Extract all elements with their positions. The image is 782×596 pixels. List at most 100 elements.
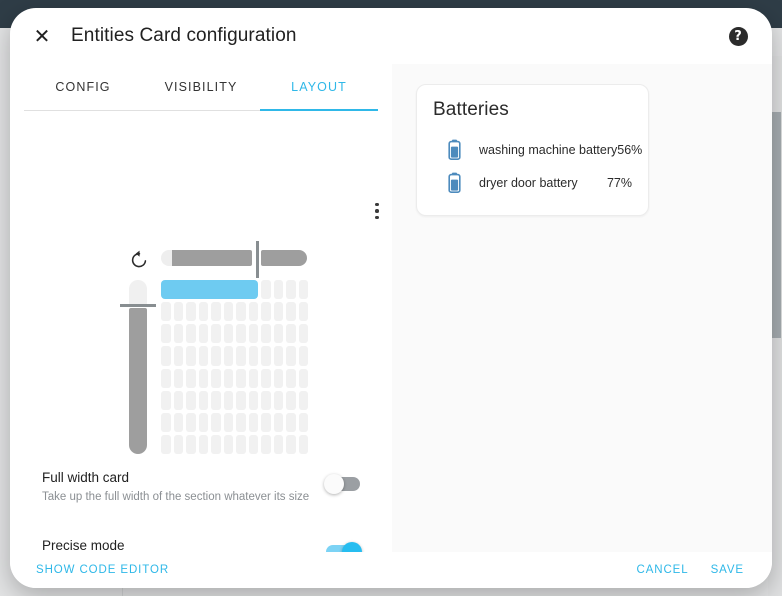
grid-cell[interactable] — [186, 369, 196, 388]
grid-cell[interactable] — [224, 324, 234, 343]
grid-cell[interactable] — [199, 302, 209, 321]
grid-cell[interactable] — [161, 346, 171, 365]
grid-cell[interactable] — [224, 346, 234, 365]
grid-cell[interactable] — [299, 391, 309, 410]
grid-cell[interactable] — [161, 302, 171, 321]
grid-cell[interactable] — [274, 324, 284, 343]
grid-cell[interactable] — [199, 346, 209, 365]
grid-cell[interactable] — [211, 346, 221, 365]
grid-cell[interactable] — [286, 302, 296, 321]
grid-cell[interactable] — [274, 369, 284, 388]
tab-layout[interactable]: LAYOUT — [260, 64, 378, 110]
battery-icon[interactable] — [443, 172, 465, 193]
width-slider-handle[interactable] — [256, 241, 259, 278]
grid-cell[interactable] — [236, 346, 246, 365]
grid-card-block[interactable] — [161, 280, 258, 299]
grid-cell[interactable] — [261, 280, 271, 299]
cancel-button[interactable]: CANCEL — [633, 558, 693, 582]
full-width-card-toggle[interactable] — [326, 477, 360, 491]
grid-cell[interactable] — [186, 413, 196, 432]
grid-cell[interactable] — [249, 413, 259, 432]
grid-cell[interactable] — [236, 324, 246, 343]
height-slider-track-bottom[interactable] — [129, 308, 147, 454]
grid-cell[interactable] — [236, 413, 246, 432]
grid-cell[interactable] — [161, 369, 171, 388]
entity-row[interactable]: dryer door battery77% — [433, 166, 632, 199]
grid-cell[interactable] — [186, 324, 196, 343]
grid-cell[interactable] — [174, 302, 184, 321]
grid-cell[interactable] — [186, 302, 196, 321]
help-button[interactable]: ? — [718, 16, 758, 56]
grid-cell[interactable] — [199, 369, 209, 388]
grid-cell[interactable] — [274, 346, 284, 365]
grid-cell[interactable] — [261, 391, 271, 410]
tab-config[interactable]: CONFIG — [24, 64, 142, 110]
grid-cell[interactable] — [249, 346, 259, 365]
grid-cell[interactable] — [161, 435, 171, 454]
grid-cell[interactable] — [249, 302, 259, 321]
grid-cell[interactable] — [186, 391, 196, 410]
card-height-slider[interactable] — [129, 280, 147, 454]
grid-cell[interactable] — [299, 302, 309, 321]
grid-cell[interactable] — [236, 435, 246, 454]
grid-cell[interactable] — [299, 413, 309, 432]
grid-cell[interactable] — [236, 369, 246, 388]
grid-cell[interactable] — [249, 324, 259, 343]
grid-cell[interactable] — [249, 435, 259, 454]
grid-cell[interactable] — [299, 435, 309, 454]
grid-cell[interactable] — [199, 435, 209, 454]
grid-cell[interactable] — [174, 346, 184, 365]
grid-cell[interactable] — [224, 302, 234, 321]
grid-cell[interactable] — [299, 324, 309, 343]
grid-cell[interactable] — [286, 346, 296, 365]
grid-cell[interactable] — [286, 324, 296, 343]
grid-cell[interactable] — [211, 302, 221, 321]
grid-cell[interactable] — [199, 413, 209, 432]
width-slider-track-right[interactable] — [261, 250, 307, 266]
grid-cell[interactable] — [286, 369, 296, 388]
grid-cell[interactable] — [211, 413, 221, 432]
grid-cell[interactable] — [299, 369, 309, 388]
grid-cell[interactable] — [224, 369, 234, 388]
grid-cell[interactable] — [224, 435, 234, 454]
grid-cell[interactable] — [286, 435, 296, 454]
grid-cell[interactable] — [161, 324, 171, 343]
grid-cell[interactable] — [274, 413, 284, 432]
grid-cell[interactable] — [286, 413, 296, 432]
width-slider-track-left[interactable] — [161, 250, 252, 266]
grid-cell[interactable] — [224, 391, 234, 410]
grid-cell[interactable] — [174, 324, 184, 343]
grid-cell[interactable] — [261, 369, 271, 388]
entity-row[interactable]: washing machine battery56% — [433, 133, 632, 166]
grid-cell[interactable] — [161, 391, 171, 410]
grid-cell[interactable] — [261, 302, 271, 321]
grid-cell[interactable] — [211, 391, 221, 410]
grid-cell[interactable] — [299, 346, 309, 365]
layout-grid[interactable] — [161, 280, 308, 454]
grid-cell[interactable] — [249, 369, 259, 388]
grid-cell[interactable] — [174, 391, 184, 410]
grid-cell[interactable] — [186, 346, 196, 365]
grid-cell[interactable] — [199, 391, 209, 410]
grid-cell[interactable] — [186, 435, 196, 454]
entities-preview-card[interactable]: Batteries washing machine battery56%drye… — [416, 84, 649, 216]
show-code-editor-button[interactable]: SHOW CODE EDITOR — [32, 558, 173, 582]
grid-cell[interactable] — [249, 391, 259, 410]
grid-cell[interactable] — [161, 413, 171, 432]
grid-cell[interactable] — [174, 369, 184, 388]
grid-cell[interactable] — [261, 435, 271, 454]
grid-cell[interactable] — [211, 324, 221, 343]
grid-cell[interactable] — [199, 324, 209, 343]
grid-cell[interactable] — [274, 280, 284, 299]
grid-cell[interactable] — [274, 391, 284, 410]
grid-cell[interactable] — [286, 391, 296, 410]
height-slider-track-top[interactable] — [129, 280, 147, 306]
close-button[interactable]: ✕ — [22, 16, 62, 56]
grid-cell[interactable] — [286, 280, 296, 299]
height-slider-handle[interactable] — [120, 304, 156, 307]
tab-visibility[interactable]: VISIBILITY — [142, 64, 260, 110]
grid-cell[interactable] — [211, 369, 221, 388]
overflow-menu-icon[interactable] — [362, 196, 392, 226]
grid-cell[interactable] — [174, 413, 184, 432]
grid-cell[interactable] — [211, 435, 221, 454]
